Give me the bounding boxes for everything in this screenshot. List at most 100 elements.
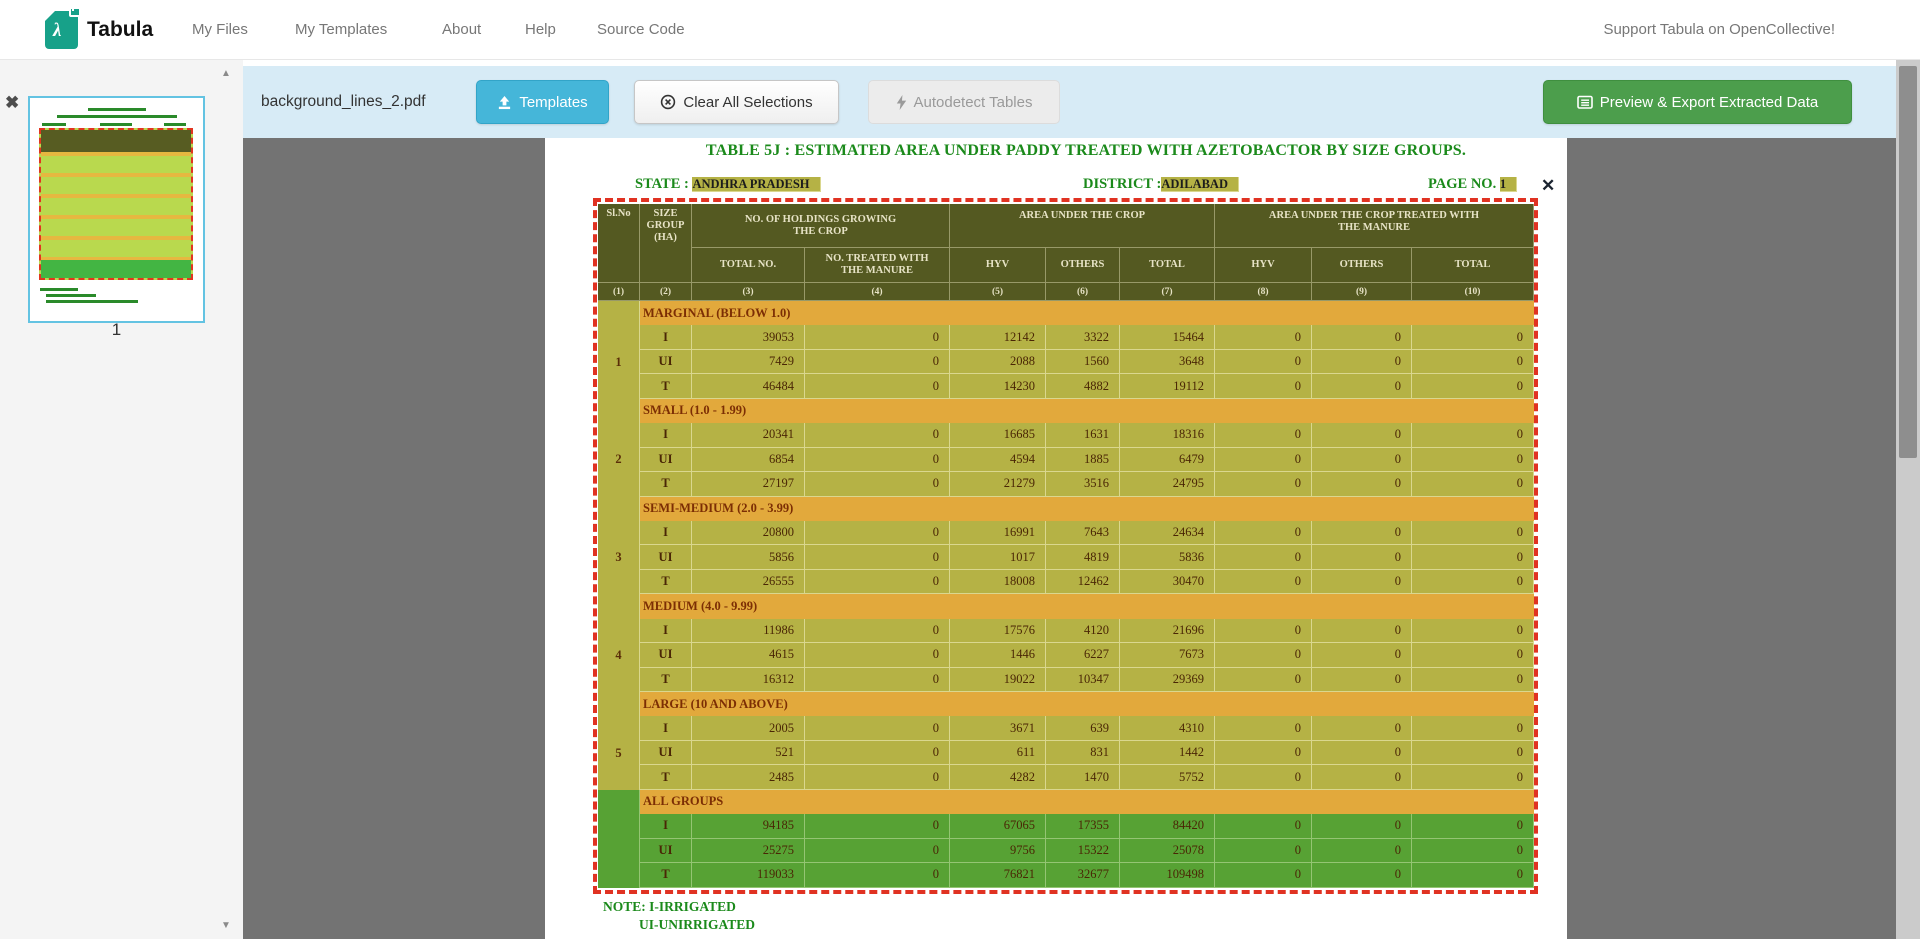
value-cell: 0 bbox=[805, 643, 950, 667]
value-cell: 119033 bbox=[692, 863, 805, 887]
value-cell: 0 bbox=[1412, 814, 1534, 838]
thumb-table-selection bbox=[39, 128, 193, 280]
value-cell: 16312 bbox=[692, 668, 805, 692]
note-line-2: UI-UNIRRIGATED bbox=[639, 916, 755, 934]
value-cell: 0 bbox=[1412, 423, 1534, 447]
value-cell: 46484 bbox=[692, 374, 805, 398]
tabula-logo-icon: λ bbox=[45, 11, 78, 49]
value-cell: 4594 bbox=[950, 448, 1046, 472]
row-label: UI bbox=[640, 448, 692, 472]
row-label: UI bbox=[640, 545, 692, 569]
header-size-group: SIZEGROUP(HA) bbox=[640, 204, 692, 283]
value-cell: 0 bbox=[805, 668, 950, 692]
group-band-label: SEMI-MEDIUM (2.0 - 3.99) bbox=[640, 497, 1534, 521]
value-cell: 0 bbox=[1412, 472, 1534, 496]
value-cell: 1470 bbox=[1046, 765, 1120, 789]
header-colnum-9: (9) bbox=[1312, 283, 1412, 301]
lock-icon bbox=[69, 7, 81, 17]
value-cell: 0 bbox=[805, 570, 950, 594]
value-cell: 9756 bbox=[950, 839, 1046, 863]
slno-cell: 2 bbox=[598, 423, 640, 496]
value-cell: 3322 bbox=[1046, 325, 1120, 349]
thumb-note-line bbox=[40, 288, 78, 291]
header-area-treated: AREA UNDER THE CROP TREATED WITHTHE MANU… bbox=[1215, 204, 1534, 248]
thumbnail-page-number: 1 bbox=[28, 320, 205, 340]
value-cell: 0 bbox=[1215, 741, 1312, 765]
value-cell: 32677 bbox=[1046, 863, 1120, 887]
value-cell: 0 bbox=[805, 716, 950, 740]
nav-help[interactable]: Help bbox=[525, 21, 556, 38]
nav-source-code[interactable]: Source Code bbox=[597, 21, 685, 38]
value-cell: 4120 bbox=[1046, 619, 1120, 643]
value-cell: 1631 bbox=[1046, 423, 1120, 447]
header-colnum-5: (5) bbox=[950, 283, 1046, 301]
sidebar-scroll-up-icon[interactable]: ▲ bbox=[221, 68, 231, 79]
value-cell: 24795 bbox=[1120, 472, 1215, 496]
value-cell: 76821 bbox=[950, 863, 1046, 887]
value-cell: 20341 bbox=[692, 423, 805, 447]
value-cell: 6479 bbox=[1120, 448, 1215, 472]
nav-my-files[interactable]: My Files bbox=[192, 21, 248, 38]
value-cell: 0 bbox=[805, 350, 950, 374]
value-cell: 67065 bbox=[950, 814, 1046, 838]
header-area: AREA UNDER THE CROP bbox=[950, 204, 1215, 248]
header-sub-10: TOTAL bbox=[1412, 248, 1534, 283]
value-cell: 21279 bbox=[950, 472, 1046, 496]
value-cell: 5752 bbox=[1120, 765, 1215, 789]
value-cell: 0 bbox=[1412, 619, 1534, 643]
row-label: UI bbox=[640, 350, 692, 374]
value-cell: 3648 bbox=[1120, 350, 1215, 374]
nav-my-templates[interactable]: My Templates bbox=[295, 21, 387, 38]
value-cell: 6227 bbox=[1046, 643, 1120, 667]
value-cell: 0 bbox=[1312, 668, 1412, 692]
remove-file-icon[interactable]: ✖ bbox=[5, 93, 19, 113]
logo-glyph: λ bbox=[53, 20, 61, 42]
value-cell: 831 bbox=[1046, 741, 1120, 765]
row-label: I bbox=[640, 619, 692, 643]
brand[interactable]: λ Tabula bbox=[45, 10, 153, 50]
value-cell: 0 bbox=[1412, 668, 1534, 692]
value-cell: 19022 bbox=[950, 668, 1046, 692]
support-link[interactable]: Support Tabula on OpenCollective! bbox=[1603, 21, 1835, 38]
value-cell: 0 bbox=[1215, 619, 1312, 643]
selection-close-icon[interactable]: ✕ bbox=[1541, 176, 1555, 196]
slno-cell: 1 bbox=[598, 325, 640, 398]
sidebar-scroll-down-icon[interactable]: ▼ bbox=[221, 920, 231, 931]
value-cell: 109498 bbox=[1120, 863, 1215, 887]
value-cell: 0 bbox=[805, 545, 950, 569]
row-label: T bbox=[640, 668, 692, 692]
thumb-table-header bbox=[41, 130, 191, 152]
autodetect-tables-button[interactable]: Autodetect Tables bbox=[868, 80, 1060, 124]
document-filename: background_lines_2.pdf bbox=[261, 66, 426, 138]
group-band-label: LARGE (10 AND ABOVE) bbox=[640, 692, 1534, 716]
pdf-page[interactable]: TABLE 5J : ESTIMATED AREA UNDER PADDY TR… bbox=[545, 138, 1567, 939]
header-sub-9: OTHERS bbox=[1312, 248, 1412, 283]
autodetect-tables-label: Autodetect Tables bbox=[914, 94, 1033, 111]
group-band-label: ALL GROUPS bbox=[640, 790, 1534, 814]
table-header: Sl.NoSIZEGROUP(HA)NO. OF HOLDINGS GROWIN… bbox=[598, 204, 1534, 301]
upload-icon bbox=[497, 95, 512, 110]
value-cell: 0 bbox=[805, 765, 950, 789]
main-scrollbar-thumb[interactable] bbox=[1899, 66, 1917, 458]
group-band-label: SMALL (1.0 - 1.99) bbox=[640, 399, 1534, 423]
value-cell: 25275 bbox=[692, 839, 805, 863]
value-cell: 0 bbox=[805, 423, 950, 447]
main-scrollbar[interactable] bbox=[1896, 60, 1920, 939]
table-group: SEMI-MEDIUM (2.0 - 3.99)3I20800016991764… bbox=[598, 497, 1534, 595]
state-field: STATE : ANDHRA PRADESH bbox=[635, 176, 821, 193]
preview-export-button[interactable]: Preview & Export Extracted Data bbox=[1543, 80, 1852, 124]
value-cell: 0 bbox=[805, 863, 950, 887]
nav-about[interactable]: About bbox=[442, 21, 481, 38]
data-table: Sl.NoSIZEGROUP(HA)NO. OF HOLDINGS GROWIN… bbox=[598, 204, 1534, 890]
clear-all-selections-button[interactable]: Clear All Selections bbox=[634, 80, 839, 124]
value-cell: 17576 bbox=[950, 619, 1046, 643]
value-cell: 0 bbox=[1312, 839, 1412, 863]
templates-button[interactable]: Templates bbox=[476, 80, 609, 124]
value-cell: 0 bbox=[1215, 570, 1312, 594]
value-cell: 20800 bbox=[692, 521, 805, 545]
page-thumbnail[interactable] bbox=[28, 96, 205, 323]
value-cell: 0 bbox=[1312, 570, 1412, 594]
slno-filler bbox=[598, 594, 640, 618]
value-cell: 521 bbox=[692, 741, 805, 765]
row-label: I bbox=[640, 325, 692, 349]
